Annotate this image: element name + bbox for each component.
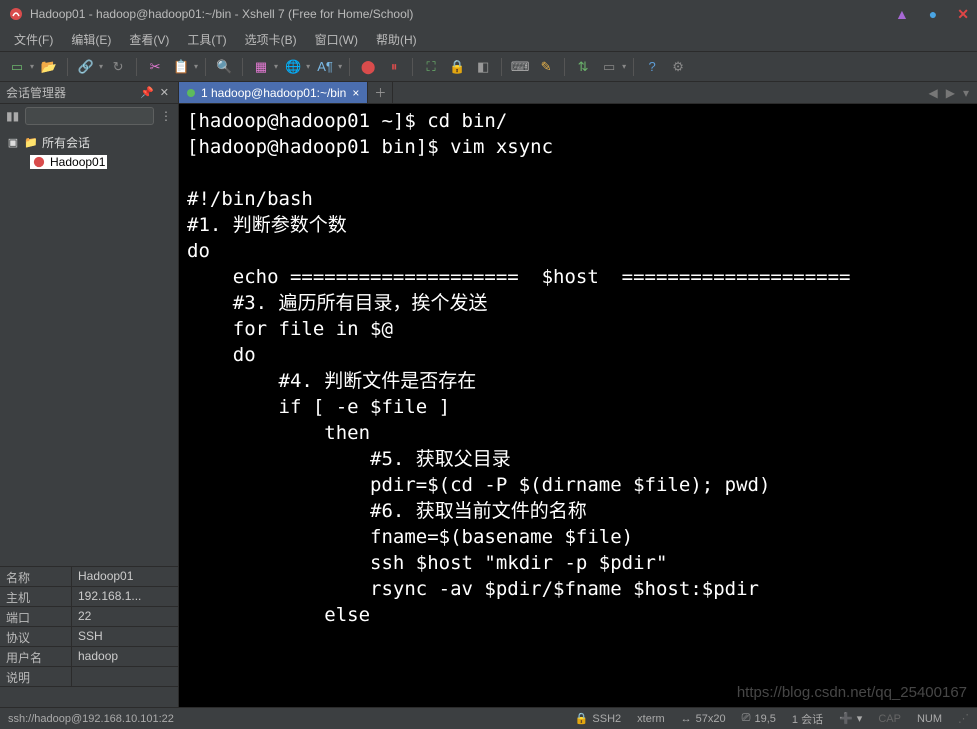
font-icon[interactable]: A¶ (314, 56, 336, 78)
sidebar-close-icon[interactable]: ✕ (157, 86, 172, 99)
help-icon[interactable]: ? (641, 56, 663, 78)
status-cap: CAP (878, 713, 901, 725)
record-icon[interactable]: ⬤ (357, 56, 379, 78)
tabbar: 1 hadoop@hadoop01:~/bin × ＋ ◀ ▶ ▾ (179, 82, 977, 104)
cmd-icon[interactable]: ▭ (598, 56, 620, 78)
menu-file[interactable]: 文件(F) (6, 29, 61, 50)
status-sessions: 1 会话 (792, 711, 823, 727)
main-area: 1 hadoop@hadoop01:~/bin × ＋ ◀ ▶ ▾ [hadoo… (179, 82, 977, 707)
toolbar: ▭▾ 📂 🔗▾ ↻ ✂ 📋▾ 🔍 ▦▾ 🌐▾ A¶▾ ⬤ ⏸ ⛶ 🔒 ◧ ⌨ ✎… (0, 52, 977, 82)
session-label: Hadoop01 (50, 155, 105, 169)
session-properties: 名称Hadoop01 主机192.168.1... 端口22 协议SSH 用户名… (0, 566, 178, 707)
transparent-icon[interactable]: ◧ (472, 56, 494, 78)
search-icon[interactable]: 🔍 (213, 56, 235, 78)
status-pos: 19,5 (754, 713, 775, 725)
tree-root-label: 所有会话 (42, 134, 90, 151)
options-icon[interactable]: ⋮ (160, 109, 172, 123)
session-tree[interactable]: ▣ 📁 所有会话 Hadoop01 (0, 128, 178, 566)
prop-port-key: 端口 (0, 607, 72, 626)
prop-host-key: 主机 (0, 587, 72, 606)
cut-icon[interactable]: ✂ (144, 56, 166, 78)
new-icon[interactable]: ▭ (6, 56, 28, 78)
status-dot-icon (187, 89, 195, 97)
lock-icon: 🔒 (575, 712, 589, 725)
resize-icon: ↔ (681, 713, 692, 725)
tab-add-button[interactable]: ＋ (368, 82, 393, 103)
terminal[interactable]: [hadoop@hadoop01 ~]$ cd bin/ [hadoop@had… (179, 104, 977, 707)
prop-host-val: 192.168.1... (72, 587, 178, 606)
prop-name-val: Hadoop01 (72, 567, 178, 586)
cursor-icon: ⎚ (742, 712, 751, 725)
open-icon[interactable]: 📂 (38, 56, 60, 78)
status-term: xterm (637, 713, 665, 725)
menu-edit[interactable]: 编辑(E) (63, 29, 119, 50)
menubar: 文件(F) 编辑(E) 查看(V) 工具(T) 选项卡(B) 窗口(W) 帮助(… (0, 28, 977, 52)
keyboard-icon[interactable]: ⌨ (509, 56, 531, 78)
grip-icon[interactable]: ⋰ (958, 712, 969, 725)
tree-root[interactable]: ▣ 📁 所有会话 (2, 132, 176, 152)
minimize-button[interactable]: ▲ (895, 6, 909, 22)
close-button[interactable]: ✕ (957, 6, 969, 23)
prop-proto-key: 协议 (0, 627, 72, 646)
pin-icon[interactable]: 📌 (137, 86, 157, 99)
sidebar-title: 会话管理器 (6, 84, 66, 101)
tab-close-icon[interactable]: × (352, 86, 359, 100)
statusbar: ssh://hadoop@192.168.10.101:22 🔒SSH2 xte… (0, 707, 977, 729)
paste-icon[interactable]: 📋 (170, 56, 192, 78)
collapse-icon[interactable]: ▣ (6, 135, 20, 149)
plus-icon[interactable]: ➕ (839, 712, 853, 725)
link-icon[interactable]: 🔗 (75, 56, 97, 78)
props-icon[interactable]: ▦ (250, 56, 272, 78)
tab-next-icon[interactable]: ▶ (946, 86, 955, 100)
session-sidebar: 会话管理器 📌 ✕ ▮▮ ⋮ ▣ 📁 所有会话 Hadoop01 (0, 82, 179, 707)
window-title: Hadoop01 - hadoop@hadoop01:~/bin - Xshel… (30, 7, 889, 21)
prop-desc-key: 说明 (0, 667, 72, 686)
menu-tabs[interactable]: 选项卡(B) (237, 29, 305, 50)
prop-user-key: 用户名 (0, 647, 72, 666)
tree-session[interactable]: Hadoop01 (2, 152, 176, 172)
tree-toggle-icon[interactable]: ▮▮ (6, 109, 19, 123)
prop-port-val: 22 (72, 607, 178, 626)
lock-icon[interactable]: 🔒 (446, 56, 468, 78)
menu-tools[interactable]: 工具(T) (179, 29, 234, 50)
folder-icon: 📁 (24, 135, 38, 149)
titlebar: Hadoop01 - hadoop@hadoop01:~/bin - Xshel… (0, 0, 977, 28)
sidebar-header: 会话管理器 📌 ✕ (0, 82, 178, 104)
window-controls: ▲ ● ✕ (895, 6, 969, 23)
prop-proto-val: SSH (72, 627, 178, 646)
reconnect-icon[interactable]: ↻ (107, 56, 129, 78)
maximize-button[interactable]: ● (929, 6, 937, 22)
menu-window[interactable]: 窗口(W) (307, 29, 366, 50)
menu-help[interactable]: 帮助(H) (368, 29, 425, 50)
tab-label: 1 hadoop@hadoop01:~/bin (201, 86, 346, 100)
color-icon[interactable]: 🌐 (282, 56, 304, 78)
prop-user-val: hadoop (72, 647, 178, 666)
prop-desc-val (72, 667, 178, 686)
tab-session-1[interactable]: 1 hadoop@hadoop01:~/bin × (179, 82, 368, 103)
tab-prev-icon[interactable]: ◀ (929, 86, 938, 100)
status-num: NUM (917, 713, 942, 725)
highlight-icon[interactable]: ✎ (535, 56, 557, 78)
prop-name-key: 名称 (0, 567, 72, 586)
status-ssh: SSH2 (592, 713, 621, 725)
fullscreen-icon[interactable]: ⛶ (420, 56, 442, 78)
gear-icon[interactable]: ⚙ (667, 56, 689, 78)
menu-view[interactable]: 查看(V) (121, 29, 177, 50)
tab-menu-icon[interactable]: ▾ (963, 86, 969, 100)
status-conn: ssh://hadoop@192.168.10.101:22 (8, 713, 174, 725)
xftp-icon[interactable]: ⇅ (572, 56, 594, 78)
session-icon (32, 155, 46, 169)
status-size: 57x20 (696, 713, 726, 725)
session-search-input[interactable] (25, 107, 154, 125)
down-icon[interactable]: ▾ (857, 712, 863, 725)
app-icon (8, 6, 24, 22)
stop-icon[interactable]: ⏸ (383, 56, 405, 78)
